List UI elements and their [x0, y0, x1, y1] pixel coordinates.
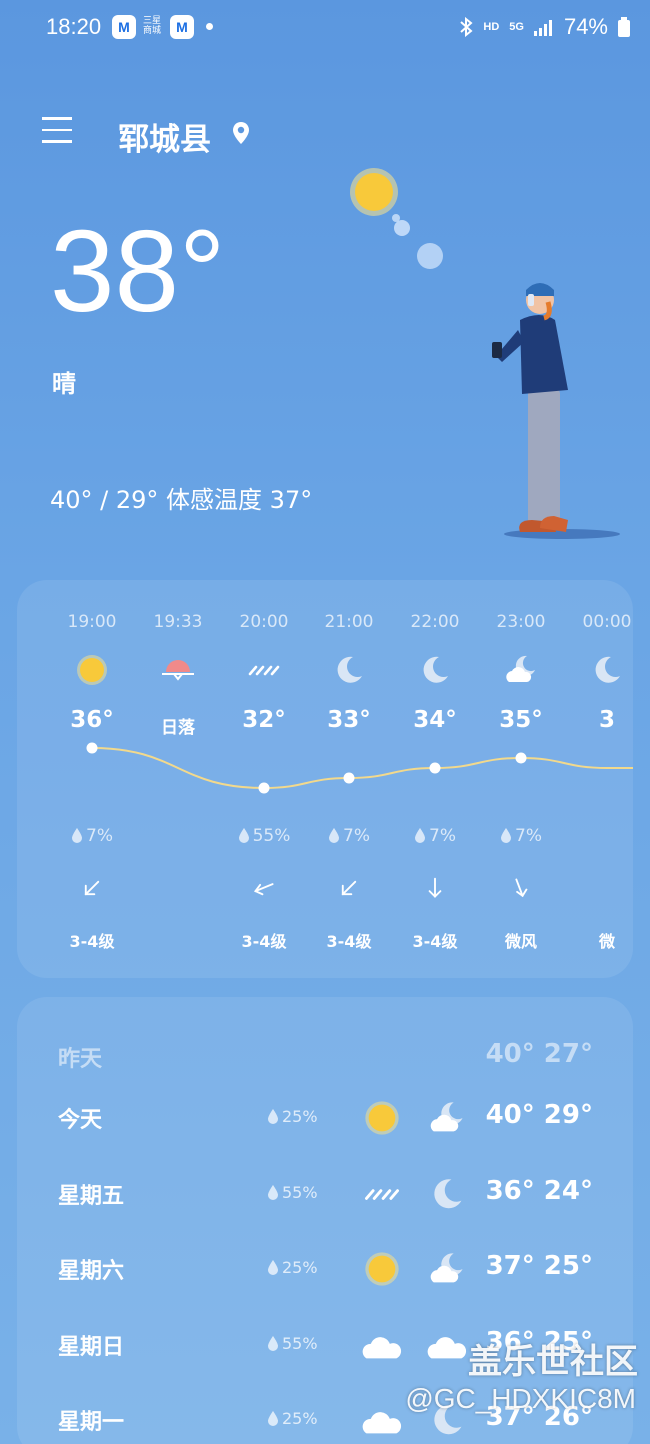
daily-precipitation: 25%	[267, 1258, 318, 1277]
daily-high-low: 40° 27°	[485, 1039, 593, 1069]
hourly-precipitation: 55%	[221, 826, 307, 846]
hourly-wind-level: 微	[598, 932, 615, 951]
status-time: 18:20	[46, 14, 102, 39]
moon-cloud-icon	[427, 1098, 467, 1138]
location-title[interactable]: 郓城县	[118, 114, 211, 159]
hourly-precipitation: 7%	[478, 826, 564, 846]
hourly-temp: 日落	[161, 718, 195, 738]
hourly-precipitation: 7%	[392, 826, 478, 846]
hourly-wind-level: 3-4级	[69, 932, 115, 951]
hourly-temp: 35°	[499, 707, 543, 733]
hourly-wind-level: 3-4级	[326, 932, 372, 951]
hourly-item: 22:00 34° 7% 3-4级	[392, 580, 478, 978]
daily-row[interactable]: 今天 25% 40° 29°	[17, 1098, 633, 1138]
cloud-icon	[427, 1325, 467, 1365]
down-left-arrow-icon	[335, 874, 363, 906]
hourly-temp: 36°	[70, 707, 114, 733]
hourly-time: 21:00	[324, 612, 374, 632]
store-badge-text: 三星商城	[142, 16, 161, 36]
daily-row[interactable]: 星期五 55% 36° 24°	[17, 1174, 633, 1214]
network-indicator: 5G	[509, 20, 524, 33]
daily-high-low: 40° 29°	[485, 1100, 593, 1130]
moon-cloud-icon	[503, 652, 539, 692]
hourly-wind-level: 3-4级	[412, 932, 458, 951]
hourly-precipitation: 7%	[306, 826, 392, 846]
app-badge-icon: M	[112, 15, 136, 39]
hd-indicator: HD	[483, 20, 500, 33]
hourly-item: 21:00 33° 7% 3-4级	[306, 580, 392, 978]
down-right-arrow-icon	[507, 874, 535, 906]
left-arrow-icon	[250, 874, 278, 906]
sun-icon	[362, 1249, 402, 1289]
hourly-wind-level: 3-4级	[241, 932, 287, 951]
moon-icon	[331, 652, 367, 692]
hourly-time: 20:00	[239, 612, 289, 632]
hourly-time: 19:00	[67, 612, 117, 632]
daily-day: 今天	[58, 1108, 103, 1133]
signal-icon	[533, 20, 552, 36]
hourly-wind-level: 微风	[504, 932, 537, 951]
down-arrow-icon	[421, 874, 449, 906]
hourly-time: 00:00	[582, 612, 632, 632]
daily-precipitation: 55%	[267, 1183, 318, 1202]
hourly-temp: 33°	[327, 707, 371, 733]
app-badge-icon: M	[170, 15, 194, 39]
rain-icon	[246, 652, 282, 692]
daily-precipitation: 55%	[267, 1334, 318, 1353]
watermark-community: 盖乐世社区	[468, 1342, 638, 1382]
hourly-item: 00:00 3 微	[564, 580, 633, 978]
battery-percent: 74%	[563, 14, 608, 39]
hourly-precipitation: 7%	[49, 826, 135, 846]
down-left-arrow-icon	[78, 874, 106, 906]
hourly-item: 19:00 36° 7% 3-4级	[49, 580, 135, 978]
current-temperature: 38°	[50, 206, 226, 336]
daily-high-low: 36° 24°	[485, 1176, 593, 1206]
daily-row[interactable]: 星期六 25% 37° 25°	[17, 1249, 633, 1289]
daily-precipitation: 25%	[267, 1107, 318, 1126]
daily-day: 星期五	[58, 1184, 125, 1209]
sun-icon	[362, 1098, 402, 1138]
hourly-time: 22:00	[410, 612, 460, 632]
moon-icon	[417, 652, 453, 692]
hourly-item: 20:00 32° 55% 3-4级	[221, 580, 307, 978]
hourly-temp: 34°	[413, 707, 457, 733]
weather-illustration	[350, 168, 620, 539]
hourly-temp: 3	[598, 707, 615, 733]
daily-day: 星期六	[58, 1259, 125, 1284]
sunset-icon	[160, 652, 196, 692]
watermark-handle: @GC_HDXKIC8M	[405, 1383, 636, 1414]
sun-icon	[74, 652, 110, 692]
daily-day: 昨天	[58, 1047, 103, 1072]
hourly-forecast-card[interactable]: 19:00 36° 7% 3-4级 19:33 日落 20:00 32° 55% 3-4级 21:0…	[17, 580, 633, 978]
location-pin-icon	[233, 122, 249, 144]
hourly-time: 19:33	[153, 612, 203, 632]
current-condition: 晴	[52, 370, 76, 398]
moon-cloud-icon	[427, 1249, 467, 1289]
daily-precipitation: 25%	[267, 1409, 318, 1428]
status-bar: 18:20 M 三星商城 M HD 5G 74%	[0, 0, 650, 56]
battery-icon	[618, 17, 630, 37]
daily-high-low: 37° 25°	[485, 1251, 593, 1281]
hourly-time: 23:00	[496, 612, 546, 632]
bluetooth-icon	[460, 17, 473, 37]
hourly-item: 19:33 日落	[135, 580, 221, 978]
temperature-range-feels-like: 40° / 29° 体感温度 37°	[50, 486, 313, 514]
hourly-temp: 32°	[242, 707, 286, 733]
daily-day: 星期日	[58, 1335, 125, 1360]
hourly-item: 23:00 35° 7% 微风	[478, 580, 564, 978]
rain-icon	[362, 1174, 402, 1214]
cloud-icon	[362, 1400, 402, 1440]
moon-icon	[427, 1174, 467, 1214]
notification-dot-icon	[206, 23, 213, 30]
daily-day: 星期一	[58, 1410, 125, 1435]
cloud-icon	[362, 1325, 402, 1365]
moon-icon	[589, 652, 625, 692]
menu-icon[interactable]	[42, 117, 72, 145]
daily-row[interactable]: 昨天 40° 27°	[17, 1037, 633, 1077]
